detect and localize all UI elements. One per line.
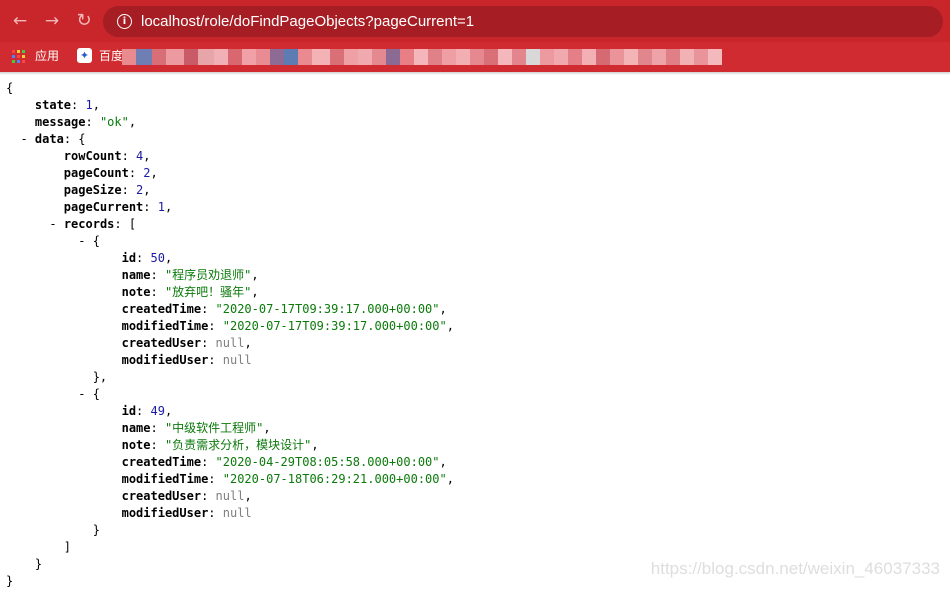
json-line: state: 1, xyxy=(34,98,100,112)
json-line: createdUser: null, xyxy=(121,489,252,503)
json-line: createdUser: null, xyxy=(121,336,252,350)
key-name: name xyxy=(121,268,151,282)
json-line: modifiedTime: "2020-07-17T09:39:17.000+0… xyxy=(121,319,454,333)
json-line: note: "放弃吧！骚年", xyxy=(121,285,259,299)
key-id: id xyxy=(121,251,137,265)
bookmark-baidu[interactable]: 百度 xyxy=(99,48,123,64)
json-line: - data: { xyxy=(20,132,86,146)
value-message: "ok" xyxy=(99,115,129,129)
json-viewer: { state: 1, message: "ok", - data: { row… xyxy=(6,80,454,590)
close-brace: } xyxy=(6,574,14,588)
value-modifiedtime: "2020-07-18T06:29:21.000+00:00" xyxy=(222,472,447,486)
open-brace: { xyxy=(6,81,14,95)
key-pagecurrent: pageCurrent xyxy=(63,200,144,214)
url-text[interactable]: localhost/role/doFindPageObjects?pageCur… xyxy=(141,12,474,31)
key-rowcount: rowCount xyxy=(63,149,122,163)
key-modifieduser: modifiedUser xyxy=(121,353,209,367)
value-pagesize: 2 xyxy=(136,183,144,197)
key-createduser: createdUser xyxy=(121,489,202,503)
key-records: records xyxy=(63,217,115,231)
key-createdtime: createdTime xyxy=(121,302,202,316)
json-line: name: "中级软件工程师", xyxy=(121,421,271,435)
forward-arrow-icon[interactable]: → xyxy=(42,11,62,31)
json-line: ] xyxy=(6,540,72,554)
key-modifiedtime: modifiedTime xyxy=(121,319,209,333)
key-pagecount: pageCount xyxy=(63,166,129,180)
key-id: id xyxy=(121,404,137,418)
value-modifieduser: null xyxy=(222,506,252,520)
json-line: - { xyxy=(78,387,100,401)
value-createduser: null xyxy=(215,336,245,350)
json-line: message: "ok", xyxy=(34,115,137,129)
address-bar[interactable]: i localhost/role/doFindPageObjects?pageC… xyxy=(103,6,943,37)
value-createdtime: "2020-07-17T09:39:17.000+00:00" xyxy=(215,302,440,316)
value-name: "程序员劝退师" xyxy=(164,268,252,282)
key-message: message xyxy=(34,115,86,129)
browser-toolbar: ← → ↻ i localhost/role/doFindPageObjects… xyxy=(0,0,950,42)
watermark: https://blog.csdn.net/weixin_46037333 xyxy=(650,559,940,578)
value-pagecurrent: 1 xyxy=(157,200,165,214)
key-note: note xyxy=(121,285,151,299)
json-line: } xyxy=(6,557,43,571)
baidu-paw-icon[interactable]: ✦ xyxy=(77,48,92,63)
json-line: - records: [ xyxy=(49,217,137,231)
json-line: } xyxy=(6,523,100,537)
value-modifiedtime: "2020-07-17T09:39:17.000+00:00" xyxy=(222,319,447,333)
bookmark-apps[interactable]: 应用 xyxy=(35,48,59,64)
collapse-toggle-record[interactable]: - xyxy=(78,234,85,248)
toolbar-shadow xyxy=(0,72,950,75)
value-modifieduser: null xyxy=(222,353,252,367)
key-modifiedtime: modifiedTime xyxy=(121,472,209,486)
apps-grid-icon[interactable] xyxy=(12,50,25,63)
info-icon[interactable]: i xyxy=(117,14,132,29)
json-line: note: "负责需求分析，模块设计", xyxy=(121,438,319,452)
json-line: modifiedUser: null xyxy=(121,506,252,520)
json-line: } xyxy=(6,573,454,590)
value-state: 1 xyxy=(85,98,93,112)
value-pagecount: 2 xyxy=(143,166,151,180)
json-line: id: 50, xyxy=(121,251,173,265)
json-line: modifiedTime: "2020-07-18T06:29:21.000+0… xyxy=(121,472,454,486)
json-line: pageCount: 2, xyxy=(63,166,158,180)
value-createdtime: "2020-04-29T08:05:58.000+00:00" xyxy=(215,455,440,469)
json-line: pageCurrent: 1, xyxy=(63,200,173,214)
key-pagesize: pageSize xyxy=(63,183,122,197)
json-line: createdTime: "2020-07-17T09:39:17.000+00… xyxy=(121,302,447,316)
json-line: modifiedUser: null xyxy=(121,353,252,367)
json-line: }, xyxy=(6,370,108,384)
value-note: "放弃吧！骚年" xyxy=(164,285,252,299)
collapse-toggle-data[interactable]: - xyxy=(20,132,27,146)
json-line: rowCount: 4, xyxy=(63,149,151,163)
value-id: 50 xyxy=(150,251,165,265)
key-state: state xyxy=(34,98,72,112)
key-modifieduser: modifiedUser xyxy=(121,506,209,520)
bookmarks-bar: 应用 ✦ 百度 xyxy=(0,42,950,72)
key-data: data xyxy=(34,132,64,146)
collapse-toggle-record[interactable]: - xyxy=(78,387,85,401)
json-line: name: "程序员劝退师", xyxy=(121,268,259,282)
json-line: id: 49, xyxy=(121,404,173,418)
value-name: "中级软件工程师" xyxy=(164,421,264,435)
json-line: createdTime: "2020-04-29T08:05:58.000+00… xyxy=(121,455,447,469)
blurred-bookmarks xyxy=(122,44,922,70)
collapse-toggle-records[interactable]: - xyxy=(49,217,56,231)
key-createduser: createdUser xyxy=(121,336,202,350)
key-createdtime: createdTime xyxy=(121,455,202,469)
key-note: note xyxy=(121,438,151,452)
value-id: 49 xyxy=(150,404,165,418)
json-line: pageSize: 2, xyxy=(63,183,151,197)
back-arrow-icon[interactable]: ← xyxy=(10,11,30,31)
reload-icon[interactable]: ↻ xyxy=(74,11,94,31)
json-line: { xyxy=(6,80,454,97)
value-note: "负责需求分析，模块设计" xyxy=(164,438,312,452)
value-rowcount: 4 xyxy=(136,149,144,163)
json-line: - { xyxy=(78,234,100,248)
value-createduser: null xyxy=(215,489,245,503)
key-name: name xyxy=(121,421,151,435)
